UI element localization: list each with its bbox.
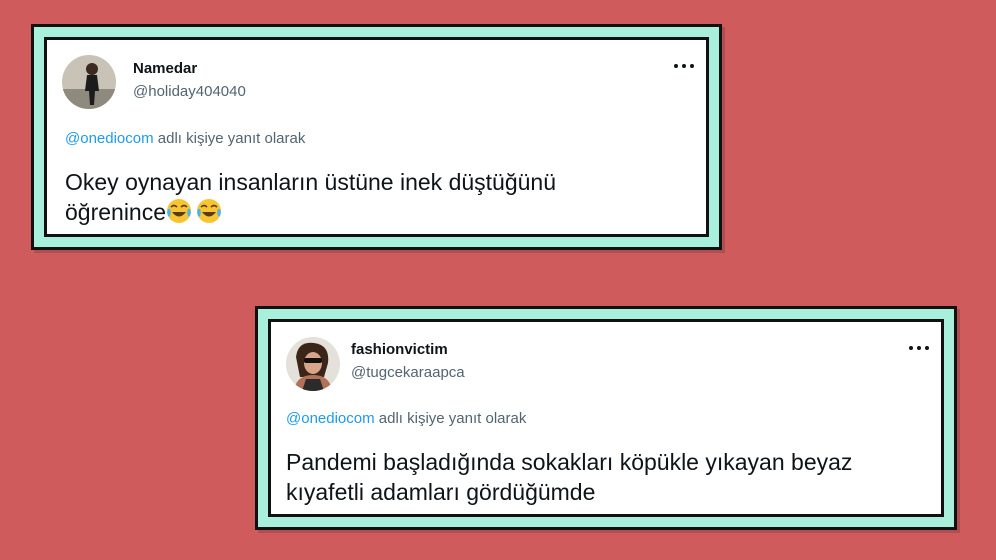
reply-context-label: adlı kişiye yanıt olarak [157,130,306,147]
more-options-icon[interactable] [909,342,929,354]
tweet-card[interactable]: fashionvictim @tugcekaraapca @onediocom … [268,319,944,517]
tweet-card-2-frame: fashionvictim @tugcekaraapca @onediocom … [255,306,957,530]
profile-photo-icon [62,55,116,109]
more-options-icon[interactable] [674,60,694,72]
handle[interactable]: @tugcekaraapca [351,364,465,381]
tweet-card[interactable]: Namedar @holiday404040 @onediocom adlı k… [44,37,709,237]
tweet-card-1-frame: Namedar @holiday404040 @onediocom adlı k… [31,24,722,250]
mention-link[interactable]: @onediocom [286,410,375,427]
tweet-text: Okey oynayan insanların üstüne inek düşt… [65,167,556,227]
tweet-text: Pandemi başladığında sokakları köpükle y… [286,447,852,507]
reply-context: @onediocom adlı kişiye yanıt olarak [65,130,305,147]
handle[interactable]: @holiday404040 [133,83,246,100]
tweet-text-line: Okey oynayan insanların üstüne inek düşt… [65,169,556,195]
face-with-tears-of-joy-icon [197,199,222,223]
tweet-text-line: kıyafetli adamları gördüğümde [286,479,596,505]
display-name[interactable]: fashionvictim [351,341,448,358]
mention-link[interactable]: @onediocom [65,130,154,147]
tweet-text-line: Pandemi başladığında sokakları köpükle y… [286,449,853,475]
reply-context: @onediocom adlı kişiye yanıt olarak [286,410,526,427]
tweet-text-line: öğrenince [65,199,167,225]
profile-photo-icon [286,337,340,391]
display-name[interactable]: Namedar [133,60,197,77]
avatar[interactable] [62,55,116,109]
reply-context-label: adlı kişiye yanıt olarak [378,410,527,427]
face-with-tears-of-joy-icon [167,199,192,223]
avatar[interactable] [286,337,340,391]
